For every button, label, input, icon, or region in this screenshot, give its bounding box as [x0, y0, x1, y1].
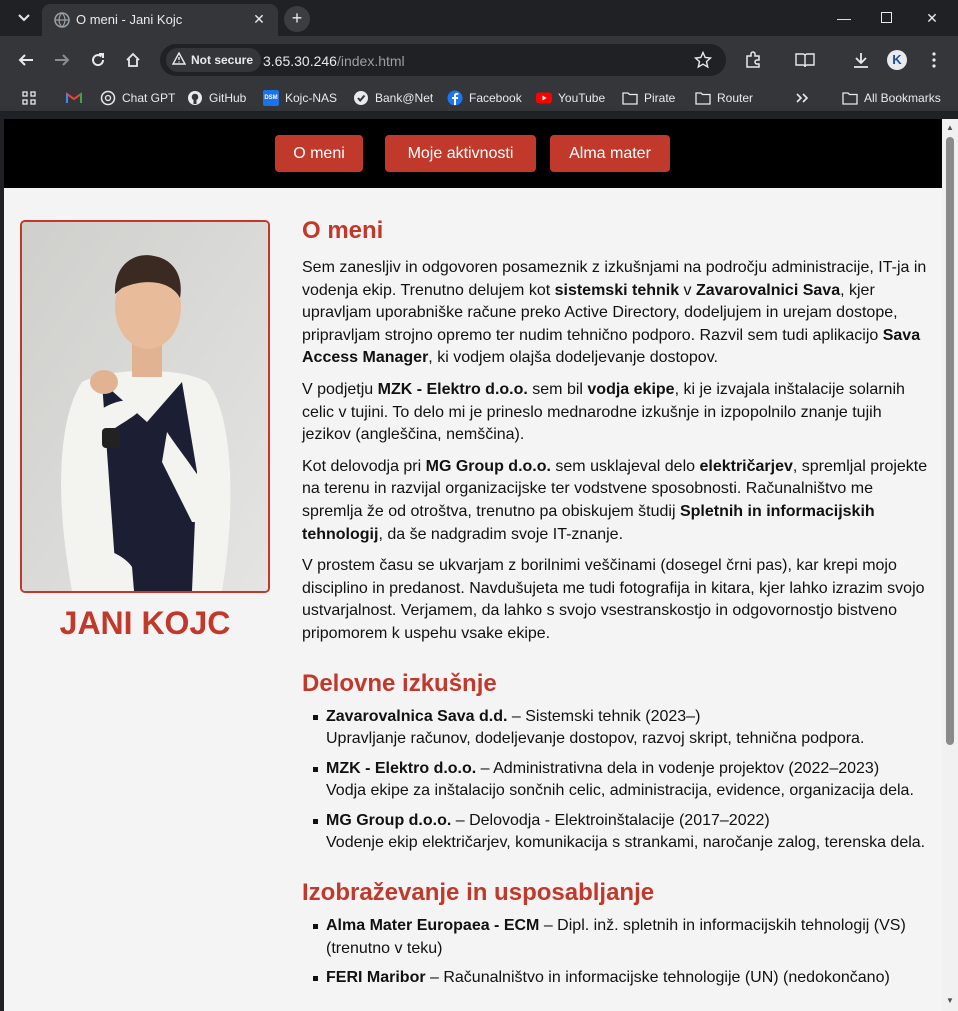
bookmark-github[interactable]: GitHub [187, 89, 246, 107]
main-content: O meni Sem zanesljiv in odgovoren posame… [302, 217, 928, 997]
minimize-icon[interactable]: — [834, 8, 854, 28]
browser-toolbar: Not secure 3.65.30.246/index.html K [0, 36, 958, 84]
all-bookmarks-folder[interactable]: All Bookmarks [842, 89, 941, 107]
bookmark-folder-pirate[interactable]: Pirate [622, 89, 675, 107]
scrollbar-thumb[interactable] [946, 137, 954, 745]
security-label: Not secure [191, 53, 254, 67]
maximize-icon[interactable] [876, 8, 896, 28]
bookmark-label: Router [717, 91, 754, 105]
list-item: MZK - Elektro d.o.o. – Administrativna d… [313, 758, 928, 803]
bookmark-label: Facebook [469, 91, 522, 105]
active-tab[interactable]: O meni - Jani Kojc ✕ [42, 4, 278, 36]
menu-kebab-icon[interactable] [922, 48, 946, 72]
dsm-icon: DSM [263, 90, 279, 106]
scroll-up-arrow-icon[interactable]: ▲ [945, 123, 955, 133]
bookmark-facebook[interactable]: Facebook [447, 89, 522, 107]
bookmark-label: Chat GPT [122, 91, 176, 105]
profile-name: JANI KOJC [59, 605, 231, 641]
tab-search-icon[interactable] [12, 6, 36, 30]
gmail-icon [66, 90, 82, 106]
folder-icon [622, 90, 638, 106]
all-bookmarks-label: All Bookmarks [864, 91, 941, 105]
about-paragraph-3: Kot delovodja pri MG Group d.o.o. sem us… [302, 457, 928, 543]
about-heading: O meni [302, 217, 384, 244]
profile-photo [20, 220, 270, 593]
more-bookmarks-chevron-icon[interactable] [796, 89, 808, 107]
nav-o-meni-button[interactable]: O meni [275, 135, 363, 172]
bookmark-chatgpt[interactable]: Chat GPT [100, 89, 175, 107]
bookmark-folder-router[interactable]: Router [695, 89, 753, 107]
apps-grid-icon[interactable] [22, 89, 36, 107]
scroll-down-arrow-icon[interactable]: ▼ [945, 996, 955, 1006]
github-icon [187, 90, 203, 106]
new-tab-button[interactable]: + [284, 6, 310, 32]
page-viewport: O meni Moje aktivnosti Alma mater JANI K… [4, 119, 958, 1011]
about-paragraph-2: V podjetju MZK - Elektro d.o.o. sem bil … [302, 380, 905, 444]
bookmark-banknet[interactable]: Bank@Net [353, 89, 433, 107]
openai-icon [100, 90, 116, 106]
list-item: Alma Mater Europaea - ECM – Dipl. inž. s… [313, 915, 928, 960]
education-list: Alma Mater Europaea - ECM – Dipl. inž. s… [313, 915, 928, 990]
bookmarks-bar: Chat GPT GitHub DSM Kojc-NAS Bank@Net Fa… [0, 84, 958, 112]
tab-strip: O meni - Jani Kojc ✕ + — ✕ [0, 0, 958, 36]
vertical-scrollbar[interactable]: ▲ ▼ [942, 119, 958, 1011]
forward-icon[interactable] [50, 48, 74, 72]
list-item: MG Group d.o.o. – Delovodja - Elektroinš… [313, 810, 928, 855]
list-item: FERI Maribor – Računalništvo in informac… [313, 967, 928, 990]
warning-icon [171, 51, 187, 68]
bookmark-label: GitHub [209, 91, 247, 105]
browser-window: O meni - Jani Kojc ✕ + — ✕ Not secure 3.… [0, 0, 958, 1011]
nav-moje-aktivnosti-button[interactable]: Moje aktivnosti [385, 135, 536, 172]
back-icon[interactable] [14, 48, 38, 72]
bookmark-label: YouTube [558, 91, 606, 105]
tab-title: O meni - Jani Kojc [76, 12, 183, 27]
youtube-icon [536, 90, 552, 106]
url-text[interactable]: 3.65.30.246/index.html [263, 53, 405, 69]
security-chip[interactable]: Not secure [166, 48, 262, 72]
reading-mode-icon[interactable] [793, 48, 817, 72]
url-path: /index.html [336, 53, 405, 69]
close-window-icon[interactable]: ✕ [922, 8, 942, 28]
bookmark-label: Pirate [644, 91, 676, 105]
folder-icon [695, 90, 711, 106]
education-heading: Izobraževanje in usposabljanje [302, 879, 655, 907]
url-host: 3.65.30.246 [263, 53, 337, 69]
globe-icon [54, 12, 70, 28]
home-icon[interactable] [121, 48, 145, 72]
facebook-icon [447, 90, 463, 106]
profile-avatar[interactable]: K [887, 50, 907, 70]
about-paragraph-1: Sem zanesljiv in odgovoren posameznik z … [302, 259, 927, 367]
bookmark-gmail[interactable] [66, 89, 82, 107]
bookmark-label: Bank@Net [375, 91, 434, 105]
tab-close-icon[interactable]: ✕ [250, 10, 268, 28]
bookmark-label: Kojc-NAS [285, 91, 338, 105]
nav-alma-mater-button[interactable]: Alma mater [550, 135, 670, 172]
folder-icon [842, 90, 858, 106]
reload-icon[interactable] [86, 48, 110, 72]
bookmark-youtube[interactable]: YouTube [536, 89, 605, 107]
bookmark-star-icon[interactable] [693, 50, 713, 69]
list-item: Zavarovalnica Sava d.d. – Sistemski tehn… [313, 706, 928, 751]
experience-heading: Delovne izkušnje [302, 669, 497, 697]
bookmark-kojc-nas[interactable]: DSM Kojc-NAS [263, 89, 337, 107]
site-navbar: O meni Moje aktivnosti Alma mater [4, 119, 942, 188]
extensions-icon[interactable] [741, 48, 765, 72]
bank-icon [353, 90, 369, 106]
download-icon[interactable] [849, 48, 873, 72]
experience-list: Zavarovalnica Sava d.d. – Sistemski tehn… [313, 706, 928, 856]
about-paragraph-4: V prostem času se ukvarjam z borilnimi v… [302, 557, 925, 642]
address-bar[interactable]: Not secure 3.65.30.246/index.html [160, 44, 726, 76]
